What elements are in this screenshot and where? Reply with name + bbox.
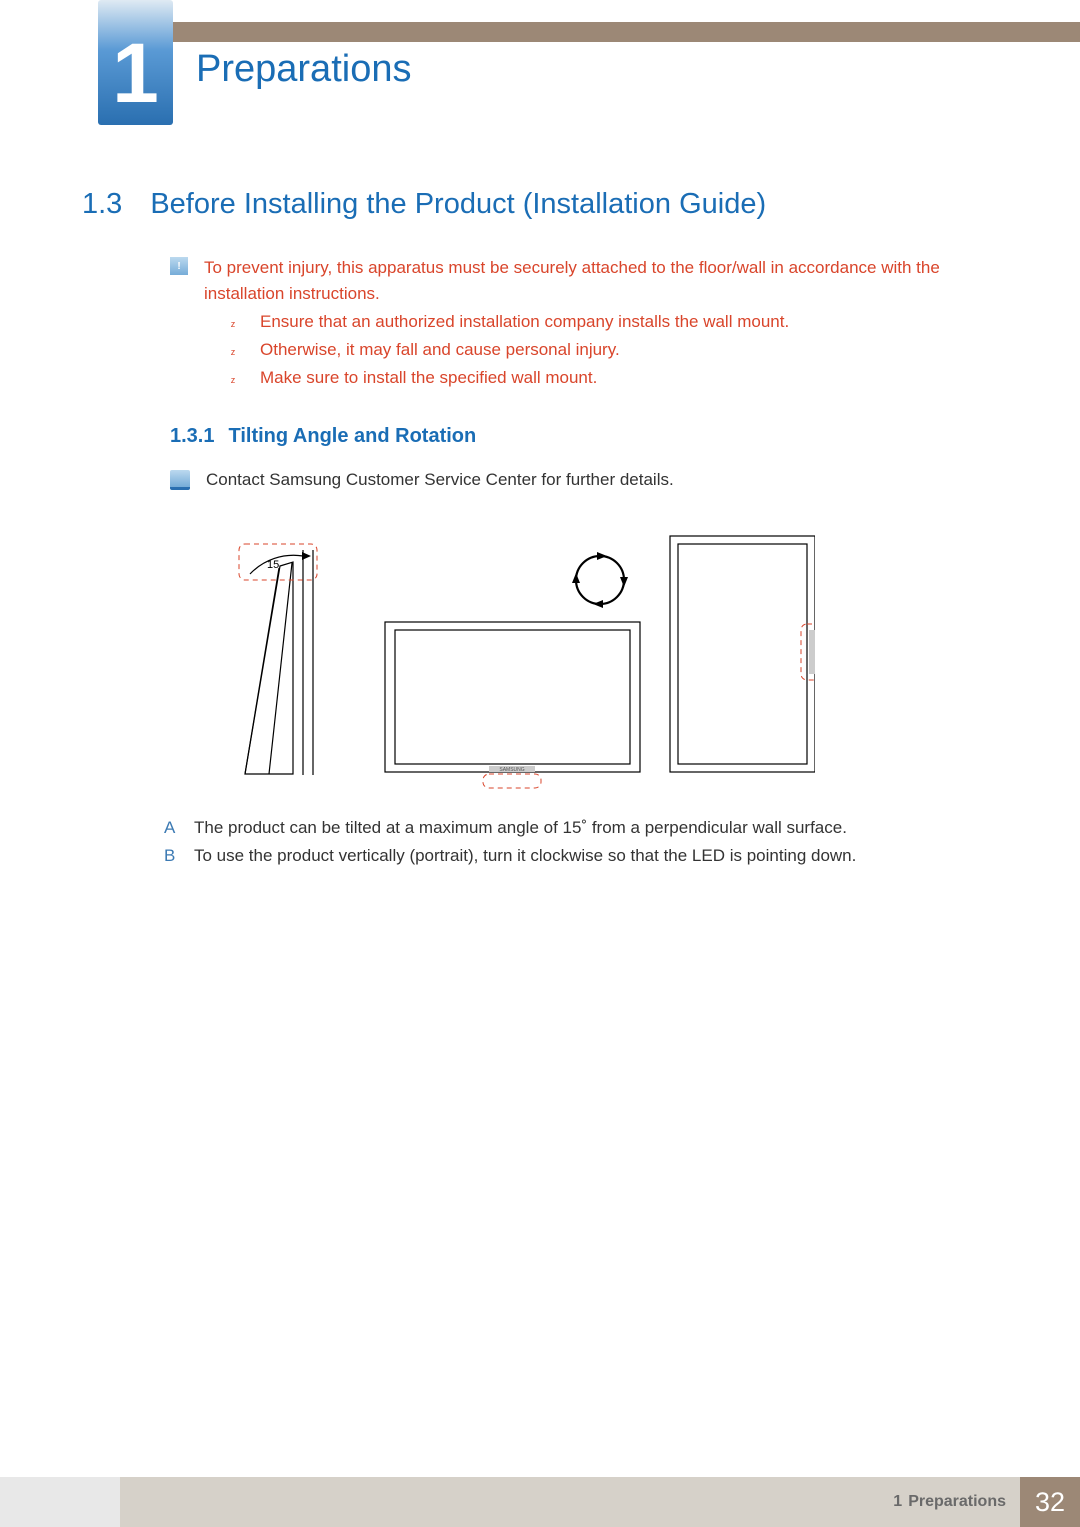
footer-chapter-title: Preparations xyxy=(908,1493,1006,1511)
subsection-number: 1.3.1 xyxy=(170,425,214,448)
chapter-number: 1 xyxy=(112,31,159,115)
footer-chapter-ref: 1 Preparations xyxy=(120,1477,1020,1527)
footer-margin xyxy=(0,1477,120,1527)
chapter-badge: 1 xyxy=(98,0,173,125)
warning-bullets: z Ensure that an authorized installation… xyxy=(228,312,960,396)
page-footer: 1 Preparations 32 xyxy=(0,1477,1080,1527)
diagram-container: 15 SAMSUNG xyxy=(185,530,880,800)
header-strip xyxy=(173,22,1080,42)
list-item: z Ensure that an authorized installation… xyxy=(228,312,960,332)
section-number: 1.3 xyxy=(82,188,122,221)
warning-icon: ! xyxy=(170,257,188,275)
section-title: Before Installing the Product (Installat… xyxy=(150,188,766,221)
note-icon xyxy=(170,470,190,490)
page-number: 32 xyxy=(1020,1477,1080,1527)
bullet-text: Make sure to install the specified wall … xyxy=(260,368,597,388)
tilt-diagram: 15 xyxy=(185,530,335,790)
list-item: z Make sure to install the specified wal… xyxy=(228,368,960,388)
rotation-diagram: SAMSUNG xyxy=(375,530,815,790)
enumerated-items: A The product can be tilted at a maximum… xyxy=(164,818,960,874)
footer-chapter-number: 1 xyxy=(893,1493,902,1511)
subsection-heading: 1.3.1 Tilting Angle and Rotation xyxy=(170,425,476,448)
chapter-title: Preparations xyxy=(196,48,411,91)
bullet-icon: z xyxy=(228,375,238,385)
item-letter: A xyxy=(164,818,180,838)
item-text: The product can be tilted at a maximum a… xyxy=(194,818,847,838)
list-item: z Otherwise, it may fall and cause perso… xyxy=(228,340,960,360)
note-block: Contact Samsung Customer Service Center … xyxy=(170,470,960,490)
list-item: B To use the product vertically (portrai… xyxy=(164,846,960,866)
bullet-text: Otherwise, it may fall and cause persona… xyxy=(260,340,620,360)
note-text: Contact Samsung Customer Service Center … xyxy=(206,470,674,490)
bullet-icon: z xyxy=(228,319,238,329)
warning-text: To prevent injury, this apparatus must b… xyxy=(204,255,960,308)
angle-label: 15 xyxy=(267,559,279,571)
section-heading: 1.3 Before Installing the Product (Insta… xyxy=(82,188,980,221)
bullet-icon: z xyxy=(228,347,238,357)
item-letter: B xyxy=(164,846,180,866)
brand-label: SAMSUNG xyxy=(499,767,524,773)
item-text: To use the product vertically (portrait)… xyxy=(194,846,856,866)
bullet-text: Ensure that an authorized installation c… xyxy=(260,312,789,332)
list-item: A The product can be tilted at a maximum… xyxy=(164,818,960,838)
warning-block: ! To prevent injury, this apparatus must… xyxy=(170,255,960,308)
subsection-title: Tilting Angle and Rotation xyxy=(228,425,476,448)
